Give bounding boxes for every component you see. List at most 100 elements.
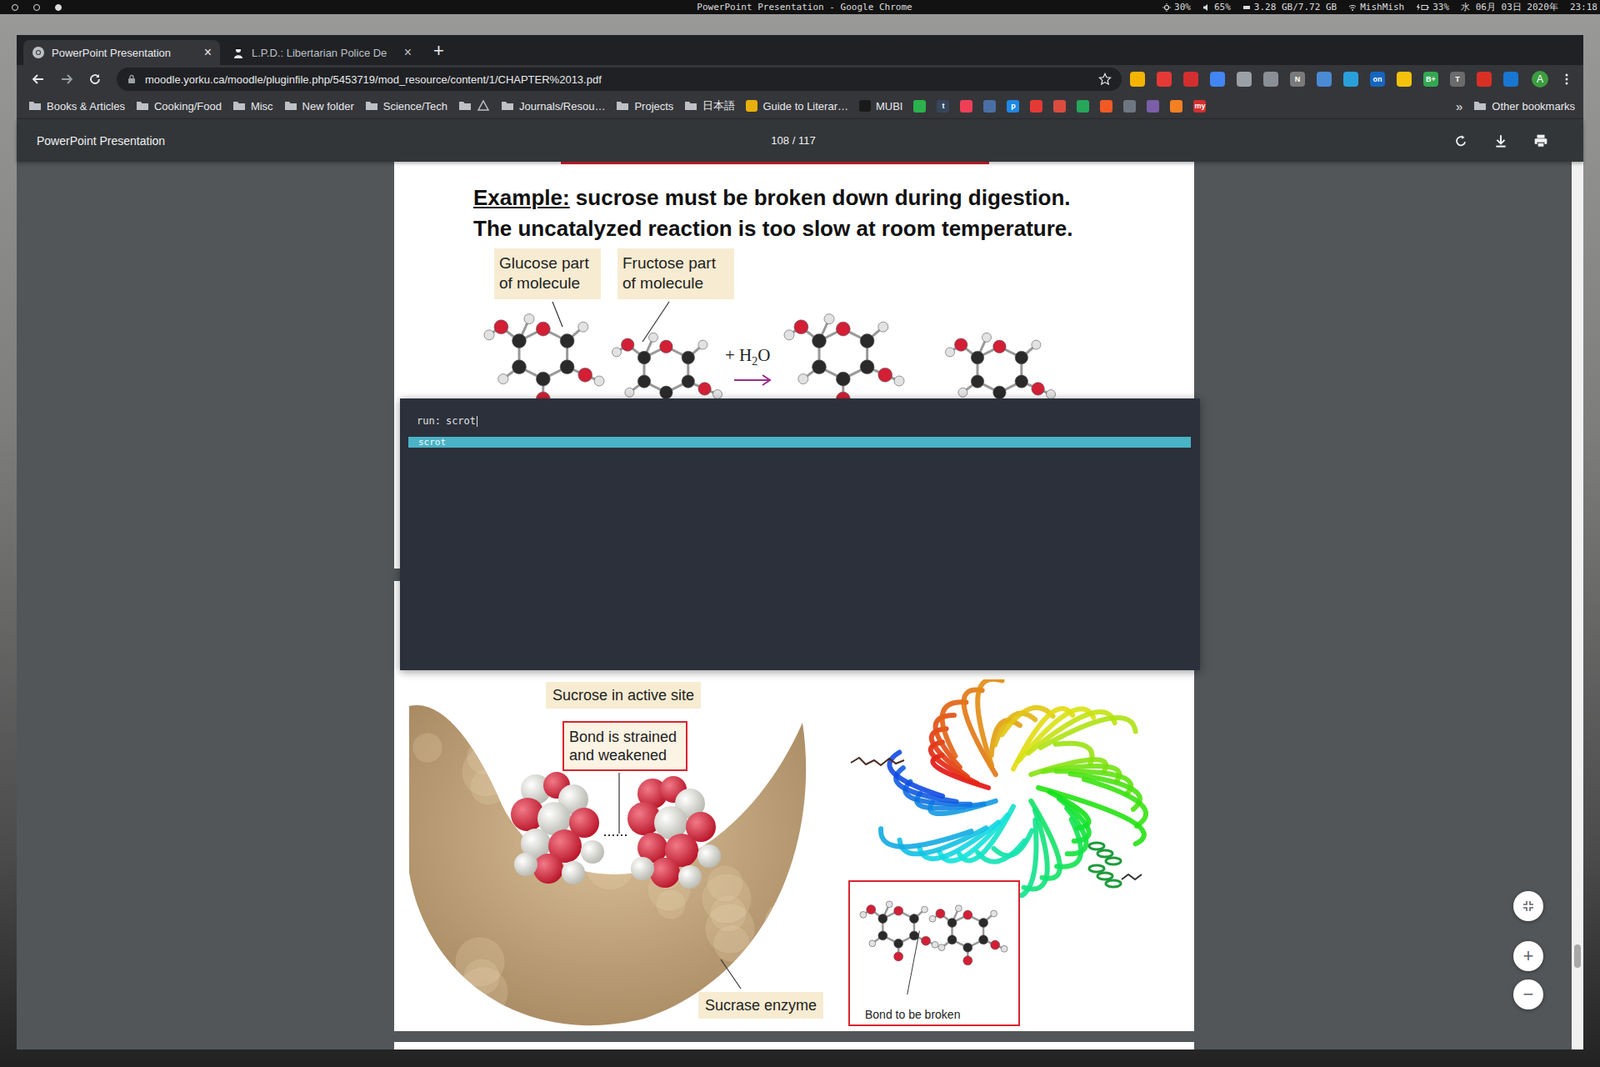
extension-icon[interactable]: [1156, 71, 1172, 87]
bookmark-label: Guide to Literar…: [762, 100, 849, 113]
tab-close[interactable]: ×: [404, 45, 412, 60]
workspace-dot[interactable]: [11, 4, 19, 11]
pdf-toolbar: PowerPoint Presentation108 / 117: [16, 119, 1584, 162]
zoom-out-button[interactable]: −: [1513, 979, 1544, 1010]
extension-icon[interactable]: on: [1370, 71, 1385, 87]
bookmark-label: Journals/Resou…: [519, 100, 605, 113]
bookmark[interactable]: Cooking/Food: [135, 99, 222, 113]
bookmark[interactable]: New folder: [284, 99, 355, 113]
launcher-input[interactable]: run:scrot: [408, 414, 1191, 428]
extension-icon[interactable]: [1503, 71, 1519, 87]
page-indicator[interactable]: 108 / 117: [770, 134, 815, 147]
workspace-dot[interactable]: [33, 4, 40, 11]
bookmark-favicon-icon[interactable]: [1053, 100, 1066, 113]
extension-icon[interactable]: [1236, 71, 1252, 87]
tab[interactable]: L.P.D.: Libertarian Police De ×: [223, 40, 420, 65]
extension-icon[interactable]: [1183, 71, 1199, 87]
address-toolbar: moodle.yorku.ca/moodle/pluginfile.php/54…: [16, 65, 1584, 94]
bookmark[interactable]: Misc: [232, 99, 274, 113]
strained-bond-label: Bond is strained and weakened: [562, 720, 688, 771]
extension-icon[interactable]: [1210, 71, 1225, 87]
bookmark-favicon-icon[interactable]: [983, 100, 996, 113]
extension-label: B+: [1425, 75, 1436, 84]
zoom-in-button[interactable]: +: [1513, 940, 1544, 971]
star-icon[interactable]: [1098, 72, 1112, 86]
bookmark[interactable]: Projects: [615, 99, 674, 113]
bookmark[interactable]: Journals/Resou…: [500, 99, 605, 113]
tab-strip: PowerPoint Presentation×L.P.D.: Libertar…: [16, 35, 1584, 65]
launcher-query[interactable]: scrot: [445, 415, 476, 427]
run-launcher: run:scrotscrot: [400, 398, 1200, 670]
scrollbar-thumb[interactable]: [1574, 944, 1581, 968]
download-icon[interactable]: [1491, 131, 1510, 150]
extension-icon[interactable]: N: [1290, 71, 1305, 87]
heading-text: The uncatalyzed reaction is too slow at …: [473, 215, 1074, 241]
water-reagent: + H2O: [725, 345, 770, 369]
date: 水 06月 03日 2020年: [1460, 0, 1559, 14]
scrollbar[interactable]: [1571, 161, 1584, 1050]
wifi-icon: [1348, 3, 1357, 12]
workspace-dot[interactable]: [55, 4, 62, 11]
bookmark-label: Misc: [250, 100, 274, 113]
bookmark-label: Projects: [634, 100, 674, 113]
bookmark-favicon-icon[interactable]: [1146, 100, 1160, 113]
active-site-label: Sucrose in active site: [545, 681, 701, 709]
bookmark-label: Science/Tech: [383, 100, 448, 113]
bookmark[interactable]: MUBI: [859, 100, 904, 113]
bookmark[interactable]: Books & Articles: [28, 99, 125, 113]
address-bar[interactable]: moodle.yorku.ca/moodle/pluginfile.php/54…: [116, 67, 1122, 91]
bookmark[interactable]: [458, 99, 490, 113]
rotate-icon[interactable]: [1451, 131, 1470, 150]
favicon-label: p: [1010, 102, 1016, 110]
bookmark-favicon-icon[interactable]: p: [1006, 100, 1020, 113]
bookmark-favicon-icon[interactable]: my: [1193, 100, 1206, 113]
favicon-label: my: [1194, 102, 1205, 110]
extension-icon[interactable]: T: [1450, 71, 1465, 87]
extension-icon[interactable]: [1343, 71, 1359, 87]
tab-label: L.P.D.: Libertarian Police De: [251, 46, 398, 60]
reload-icon[interactable]: [85, 69, 105, 90]
tab-close[interactable]: ×: [204, 45, 212, 60]
extension-icon[interactable]: [1316, 71, 1332, 87]
lock-icon[interactable]: [126, 74, 137, 85]
extension-icon[interactable]: [1396, 71, 1412, 87]
launcher-result[interactable]: scrot: [408, 436, 1191, 448]
bookmark-favicon-icon[interactable]: [913, 100, 926, 113]
back-icon[interactable]: [28, 69, 49, 90]
screen: PowerPoint Presentation - Google Chrome3…: [0, 0, 1600, 1067]
status-area: 30%65%3.28 GB/7.72 GBMishMish33%水 06月 03…: [912, 0, 1598, 14]
pdf-actions: [815, 131, 1550, 150]
menu-icon[interactable]: [1556, 69, 1577, 90]
bookmark-favicon-icon[interactable]: [960, 100, 973, 113]
bookmark-favicon-icon[interactable]: [1100, 100, 1113, 113]
workspace-indicators[interactable]: [11, 4, 697, 11]
bookmark-favicon-icon[interactable]: [1123, 100, 1136, 113]
extension-icon[interactable]: [1263, 71, 1279, 87]
profile-avatar[interactable]: A: [1531, 70, 1549, 88]
more-bookmarks[interactable]: »: [1455, 99, 1463, 114]
molecule-label: Glucose part of molecule: [494, 248, 601, 300]
fit-page-button[interactable]: [1513, 890, 1544, 921]
new-tab-button[interactable]: +: [423, 40, 455, 65]
forward-icon[interactable]: [56, 69, 77, 90]
extension-icon[interactable]: B+: [1423, 71, 1439, 87]
favicon-icon: [859, 100, 871, 112]
bookmark[interactable]: Guide to Literar…: [745, 100, 849, 113]
favicon-icon: [745, 100, 758, 112]
other-bookmarks[interactable]: Other bookmarks: [1473, 99, 1575, 113]
molecule-label: Fructose part of molecule: [617, 248, 735, 300]
tab[interactable]: PowerPoint Presentation×: [23, 40, 220, 65]
extension-icon[interactable]: [1476, 71, 1492, 87]
url[interactable]: moodle.yorku.ca/moodle/pluginfile.php/54…: [145, 73, 1090, 86]
folder-icon: [365, 99, 379, 113]
bookmark-favicon-icon[interactable]: [1170, 100, 1183, 113]
bookmark-favicon-icon[interactable]: [1076, 100, 1090, 113]
bond-label: Bond to be broken: [850, 1007, 1019, 1025]
bookmark[interactable]: Science/Tech: [365, 99, 448, 113]
battery: 33%: [1415, 0, 1450, 14]
bookmark-favicon-icon[interactable]: t: [936, 100, 950, 113]
print-icon[interactable]: [1531, 131, 1550, 150]
extension-icon[interactable]: [1130, 71, 1145, 87]
bookmark[interactable]: 日本語: [684, 98, 735, 114]
bookmark-favicon-icon[interactable]: [1030, 100, 1043, 113]
